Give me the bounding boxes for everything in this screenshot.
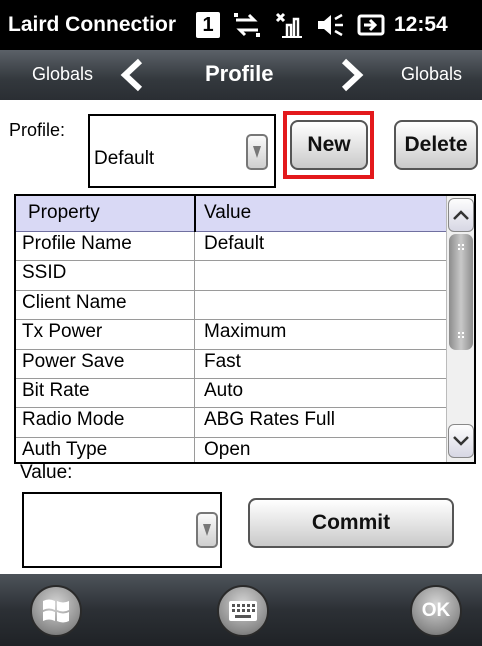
commit-button[interactable]: Commit — [248, 498, 454, 548]
table-row[interactable]: Bit Rate Auto — [16, 379, 446, 409]
keyboard-button[interactable] — [217, 585, 269, 637]
profile-selected-value: Default — [94, 148, 155, 169]
softkey-bar: OK — [0, 574, 482, 646]
row-value: Default — [204, 233, 265, 254]
chevron-right-icon[interactable] — [338, 58, 366, 92]
page-title: Profile — [205, 61, 274, 86]
table-row[interactable]: Auth Type Open — [16, 438, 446, 462]
nav-prev-label[interactable]: Globals — [32, 64, 93, 85]
grid-scrollbar[interactable] — [446, 196, 474, 462]
notification-count: 1 — [196, 12, 220, 38]
status-bar: Laird Connectior 1 12:54 — [0, 0, 482, 50]
row-value: Auto — [204, 379, 244, 401]
row-property: Client Name — [22, 291, 127, 313]
header-property[interactable]: Property — [28, 202, 100, 224]
table-row[interactable]: Radio Mode ABG Rates Full — [16, 408, 446, 438]
ok-label: OK — [421, 600, 451, 621]
row-value: Fast — [204, 350, 241, 372]
grid-rows: Profile Name Default SSID Client Name Tx… — [16, 232, 446, 462]
chevron-down-icon — [453, 436, 469, 446]
row-property: Power Save — [22, 350, 125, 372]
notification-icon[interactable]: 1 — [196, 10, 220, 40]
row-property: Auth Type — [22, 438, 108, 460]
content-area: Profile: Default New Delete Property Val… — [0, 100, 482, 574]
status-icons: 1 — [196, 10, 386, 40]
dropdown-arrow-icon[interactable] — [246, 134, 268, 170]
header-value[interactable]: Value — [204, 202, 251, 224]
table-row[interactable]: SSID — [16, 261, 446, 291]
value-label: Value: — [20, 462, 73, 483]
connectivity-icon[interactable] — [232, 10, 262, 40]
clock[interactable]: 12:54 — [394, 13, 448, 37]
table-row[interactable]: Profile Name Default — [16, 232, 446, 262]
scroll-up-button[interactable] — [448, 198, 474, 232]
nav-next-label[interactable]: Globals — [401, 64, 462, 85]
highlight-box — [283, 111, 374, 179]
dropdown-arrow-icon[interactable] — [196, 512, 218, 548]
app-title[interactable]: Laird Connectior — [0, 13, 190, 37]
windows-start-icon — [43, 599, 69, 623]
table-row[interactable]: Power Save Fast — [16, 350, 446, 379]
profile-label: Profile: — [9, 120, 66, 140]
chevron-up-icon — [453, 210, 469, 220]
windows-start-button[interactable] — [30, 585, 82, 637]
row-value: ABG Rates Full — [204, 409, 335, 431]
row-value: Maximum — [204, 321, 287, 343]
keyboard-icon — [229, 601, 257, 621]
scroll-thumb[interactable] — [449, 234, 473, 350]
volume-icon[interactable] — [316, 10, 344, 40]
profile-dropdown[interactable]: Default — [88, 114, 276, 188]
scroll-down-button[interactable] — [448, 424, 474, 458]
ok-button[interactable]: OK — [410, 585, 462, 637]
row-property: Tx Power — [22, 321, 103, 343]
nav-header: Globals Profile Globals — [0, 50, 482, 100]
row-value: Open — [204, 438, 251, 460]
table-row[interactable]: Tx Power Maximum — [16, 320, 446, 350]
delete-profile-button[interactable]: Delete — [394, 120, 478, 170]
value-dropdown[interactable] — [22, 492, 222, 568]
table-row[interactable]: Client Name — [16, 291, 446, 321]
grid-header: Property Value — [16, 196, 446, 232]
row-property: Bit Rate — [22, 379, 90, 401]
row-property: SSID — [22, 262, 67, 284]
row-property: Profile Name — [22, 233, 132, 254]
header-divider[interactable] — [194, 196, 196, 232]
signal-off-icon[interactable] — [274, 10, 304, 40]
battery-charging-icon[interactable] — [356, 10, 386, 40]
chevron-left-icon[interactable] — [118, 58, 146, 92]
row-property: Radio Mode — [22, 409, 125, 431]
property-grid[interactable]: Property Value Profile Name Default SSID… — [14, 194, 476, 464]
